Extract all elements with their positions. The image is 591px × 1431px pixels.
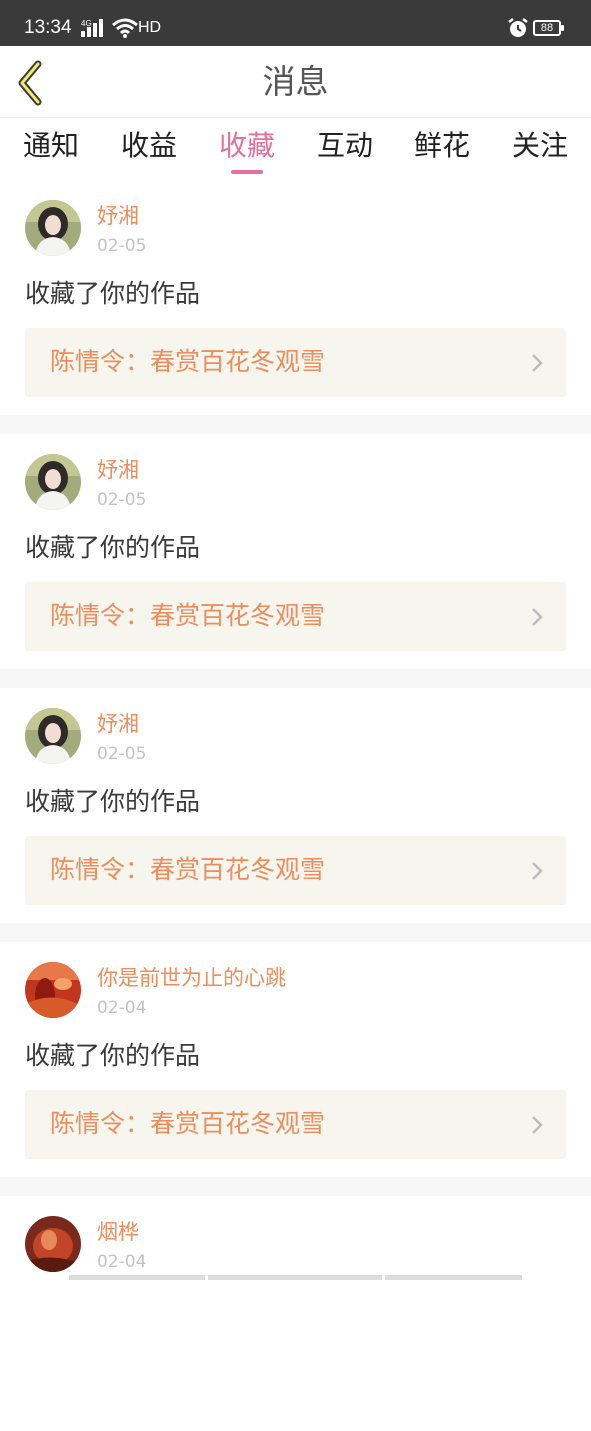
- work-link[interactable]: 陈情令：春赏百花冬观雪: [25, 582, 566, 651]
- battery-icon: 88: [533, 20, 564, 36]
- post-date: 02-05: [97, 490, 147, 510]
- user-name[interactable]: 烟桦: [97, 1219, 139, 1245]
- cellular-signal-icon: 4G: [81, 19, 107, 37]
- tab-flowers[interactable]: 鲜花: [402, 128, 482, 164]
- work-title: 陈情令：春赏百花冬观雪: [50, 347, 326, 376]
- work-link[interactable]: 陈情令：春赏百花冬观雪: [25, 836, 566, 905]
- avatar[interactable]: [25, 454, 81, 510]
- status-time: 13:34: [24, 17, 72, 38]
- tab-notifications[interactable]: 通知: [11, 128, 91, 164]
- avatar[interactable]: [25, 200, 81, 256]
- top-navigation-bar: 消息: [0, 46, 591, 118]
- user-name[interactable]: 妤湘: [97, 711, 139, 737]
- action-text: 收藏了你的作品: [25, 279, 201, 308]
- tab-interactions[interactable]: 互动: [305, 128, 385, 164]
- work-title: 陈情令：春赏百花冬观雪: [50, 1109, 326, 1138]
- system-nav-bar: [69, 1275, 522, 1280]
- chevron-right-icon: [532, 354, 543, 372]
- page-title: 消息: [262, 62, 329, 101]
- post-date: 02-05: [97, 744, 147, 764]
- user-name[interactable]: 妤湘: [97, 457, 139, 483]
- status-bar: 13:34 4G HD 88: [0, 0, 591, 46]
- action-text: 收藏了你的作品: [25, 533, 201, 562]
- work-link[interactable]: 陈情令：春赏百花冬观雪: [25, 1090, 566, 1159]
- wifi-icon: [112, 18, 138, 38]
- post-date: 02-04: [97, 1252, 147, 1272]
- chevron-right-icon: [532, 1116, 543, 1134]
- active-tab-indicator: [231, 170, 263, 174]
- hd-label: HD: [138, 19, 162, 36]
- list-item: 妤湘 02-05 收藏了你的作品 陈情令：春赏百花冬观雪: [0, 688, 591, 923]
- divider: [0, 923, 591, 942]
- chevron-right-icon: [532, 608, 543, 626]
- post-date: 02-04: [97, 998, 147, 1018]
- avatar[interactable]: [25, 708, 81, 764]
- alarm-icon: [508, 18, 528, 37]
- user-name[interactable]: 你是前世为止的心跳: [97, 965, 286, 991]
- divider: [0, 669, 591, 688]
- action-text: 收藏了你的作品: [25, 1041, 201, 1070]
- list-item: 你是前世为止的心跳 02-04 收藏了你的作品 陈情令：春赏百花冬观雪: [0, 942, 591, 1177]
- divider: [0, 415, 591, 434]
- user-name[interactable]: 妤湘: [97, 203, 139, 229]
- list-item: 妤湘 02-05 收藏了你的作品 陈情令：春赏百花冬观雪: [0, 180, 591, 415]
- list-item: 烟桦 02-04: [0, 1196, 591, 1431]
- message-category-tabs: 通知 收益 收藏 互动 鲜花 关注: [0, 118, 591, 178]
- favorites-feed: 妤湘 02-05 收藏了你的作品 陈情令：春赏百花冬观雪 妤湘 02-05 收藏…: [0, 180, 591, 1431]
- avatar[interactable]: [25, 962, 81, 1018]
- avatar[interactable]: [25, 1216, 81, 1272]
- tab-favorites[interactable]: 收藏: [207, 128, 287, 164]
- work-link[interactable]: 陈情令：春赏百花冬观雪: [25, 328, 566, 397]
- work-title: 陈情令：春赏百花冬观雪: [50, 601, 326, 630]
- list-item: 妤湘 02-05 收藏了你的作品 陈情令：春赏百花冬观雪: [0, 434, 591, 669]
- divider: [0, 1177, 591, 1196]
- tab-following[interactable]: 关注: [500, 128, 580, 164]
- post-date: 02-05: [97, 236, 147, 256]
- work-title: 陈情令：春赏百花冬观雪: [50, 855, 326, 884]
- chevron-right-icon: [532, 862, 543, 880]
- tab-earnings[interactable]: 收益: [109, 128, 189, 164]
- action-text: 收藏了你的作品: [25, 787, 201, 816]
